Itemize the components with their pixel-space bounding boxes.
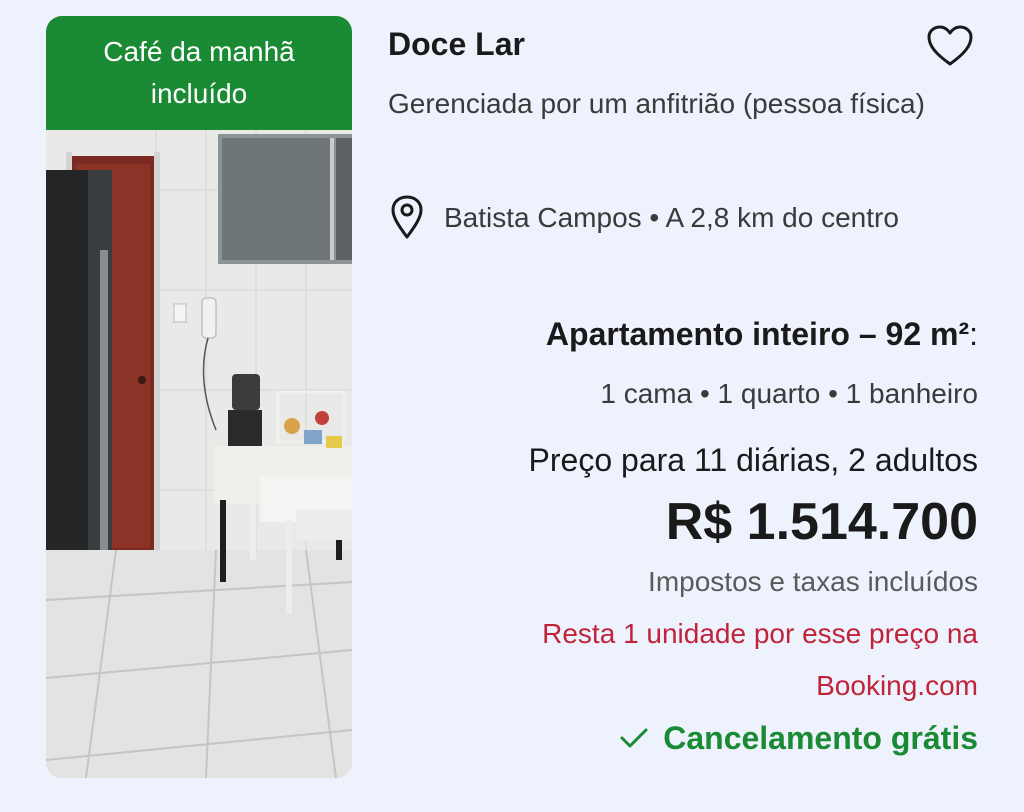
free-cancellation-label: Cancelamento grátis — [663, 720, 978, 756]
unit-details: 1 cama • 1 quarto • 1 banheiro — [600, 378, 978, 409]
map-pin-icon — [391, 195, 423, 239]
free-cancellation: Cancelamento grátis — [619, 712, 978, 764]
unit-type: Apartamento inteiro – 92 m²: — [546, 310, 978, 358]
unit-type-suffix: : — [969, 316, 978, 352]
taxes-note: Impostos e taxas incluídos — [648, 566, 978, 597]
price-label: Preço para 11 diárias, 2 adultos — [528, 442, 978, 478]
managed-by-text: Gerenciada por um anfitrião (pessoa físi… — [388, 88, 925, 119]
unit-type-label: Apartamento inteiro – 92 m² — [545, 316, 970, 352]
scarcity-message: Resta 1 unidade por esse preço na Bookin… — [542, 618, 978, 701]
check-icon — [620, 728, 648, 748]
location-text[interactable]: Batista Campos • A 2,8 km do centro — [444, 192, 964, 244]
listing-photo[interactable] — [46, 130, 352, 778]
badge-line-2: incluído — [150, 78, 248, 109]
listing-photo-card[interactable]: Café da manhã incluído — [46, 16, 352, 778]
listing-title[interactable]: Doce Lar — [388, 22, 525, 66]
heart-outline-icon[interactable] — [926, 24, 974, 68]
breakfast-included-badge: Café da manhã incluído — [46, 16, 352, 130]
badge-line-1: Café da manhã — [103, 36, 295, 67]
price: R$ 1.514.700 — [665, 493, 978, 551]
